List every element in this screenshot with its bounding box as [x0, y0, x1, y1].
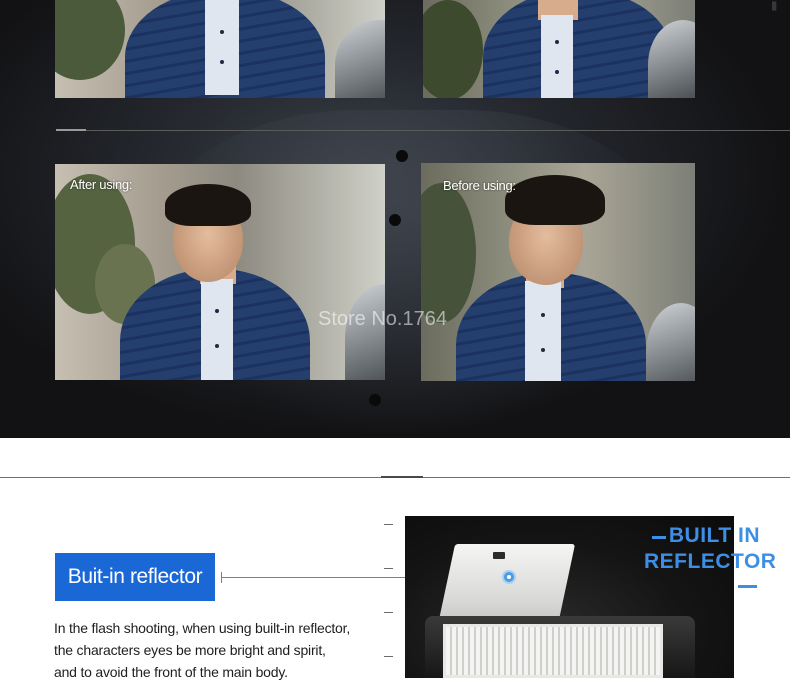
shirt-button [555, 40, 559, 44]
section-rule-accent [56, 129, 86, 131]
tree-shape [423, 0, 483, 98]
flash-lens [443, 624, 663, 678]
photo-after-top [55, 0, 385, 98]
hair-shape [505, 175, 605, 225]
photo-before: Before using: [421, 163, 695, 381]
tick-mark [384, 656, 393, 657]
description-line: the characters eyes be more bright and s… [54, 642, 326, 658]
jacket-button [389, 214, 401, 226]
car-shape [335, 20, 385, 98]
tree-shape [55, 0, 125, 80]
shirt-button [555, 70, 559, 74]
tick-mark [384, 612, 393, 613]
description-line: and to avoid the front of the main body. [54, 664, 288, 680]
shirt-button [220, 60, 224, 64]
side-heading: ASUREMENT - [757, 0, 790, 14]
shirt-button [215, 309, 219, 313]
before-label: Before using: [443, 178, 516, 193]
description-line: In the flash shooting, when using built-… [54, 620, 351, 636]
feature-title-line-1: BUILT IN [668, 524, 760, 547]
jacket-button [369, 394, 381, 406]
photo-after: After using: [55, 164, 385, 380]
shirt-collar [201, 279, 233, 380]
store-watermark: Store No.1764 [318, 308, 447, 330]
shirt-collar [205, 0, 239, 95]
jacket-shape [483, 0, 673, 98]
feature-description: In the flash shooting, when using built-… [54, 617, 384, 683]
feature-badge: Buit-in reflector [55, 553, 215, 601]
shirt-button [215, 344, 219, 348]
reflector-slot [493, 552, 505, 559]
shirt-button [541, 313, 545, 317]
shirt-button [220, 30, 224, 34]
shirt-collar [525, 281, 561, 381]
car-shape [345, 284, 385, 380]
tick-mark [384, 568, 393, 569]
section-divider-accent [381, 476, 423, 478]
reflector-marker-icon [502, 570, 516, 584]
comparison-section: ASUREMENT - After using: [0, 0, 790, 438]
photo-before-top [423, 0, 695, 98]
section-rule [56, 130, 790, 131]
hair-shape [165, 184, 251, 226]
car-shape [646, 303, 695, 381]
tree-shape [421, 183, 476, 323]
shirt-button [541, 348, 545, 352]
feature-title: BUILT IN REFLECTOR [644, 523, 777, 575]
feature-title-line-2: REFLECTOR [644, 550, 777, 573]
title-underline [738, 585, 757, 588]
after-label: After using: [70, 177, 133, 192]
jacket-button [396, 150, 408, 162]
tick-mark [384, 524, 393, 525]
shirt-collar [541, 15, 573, 98]
